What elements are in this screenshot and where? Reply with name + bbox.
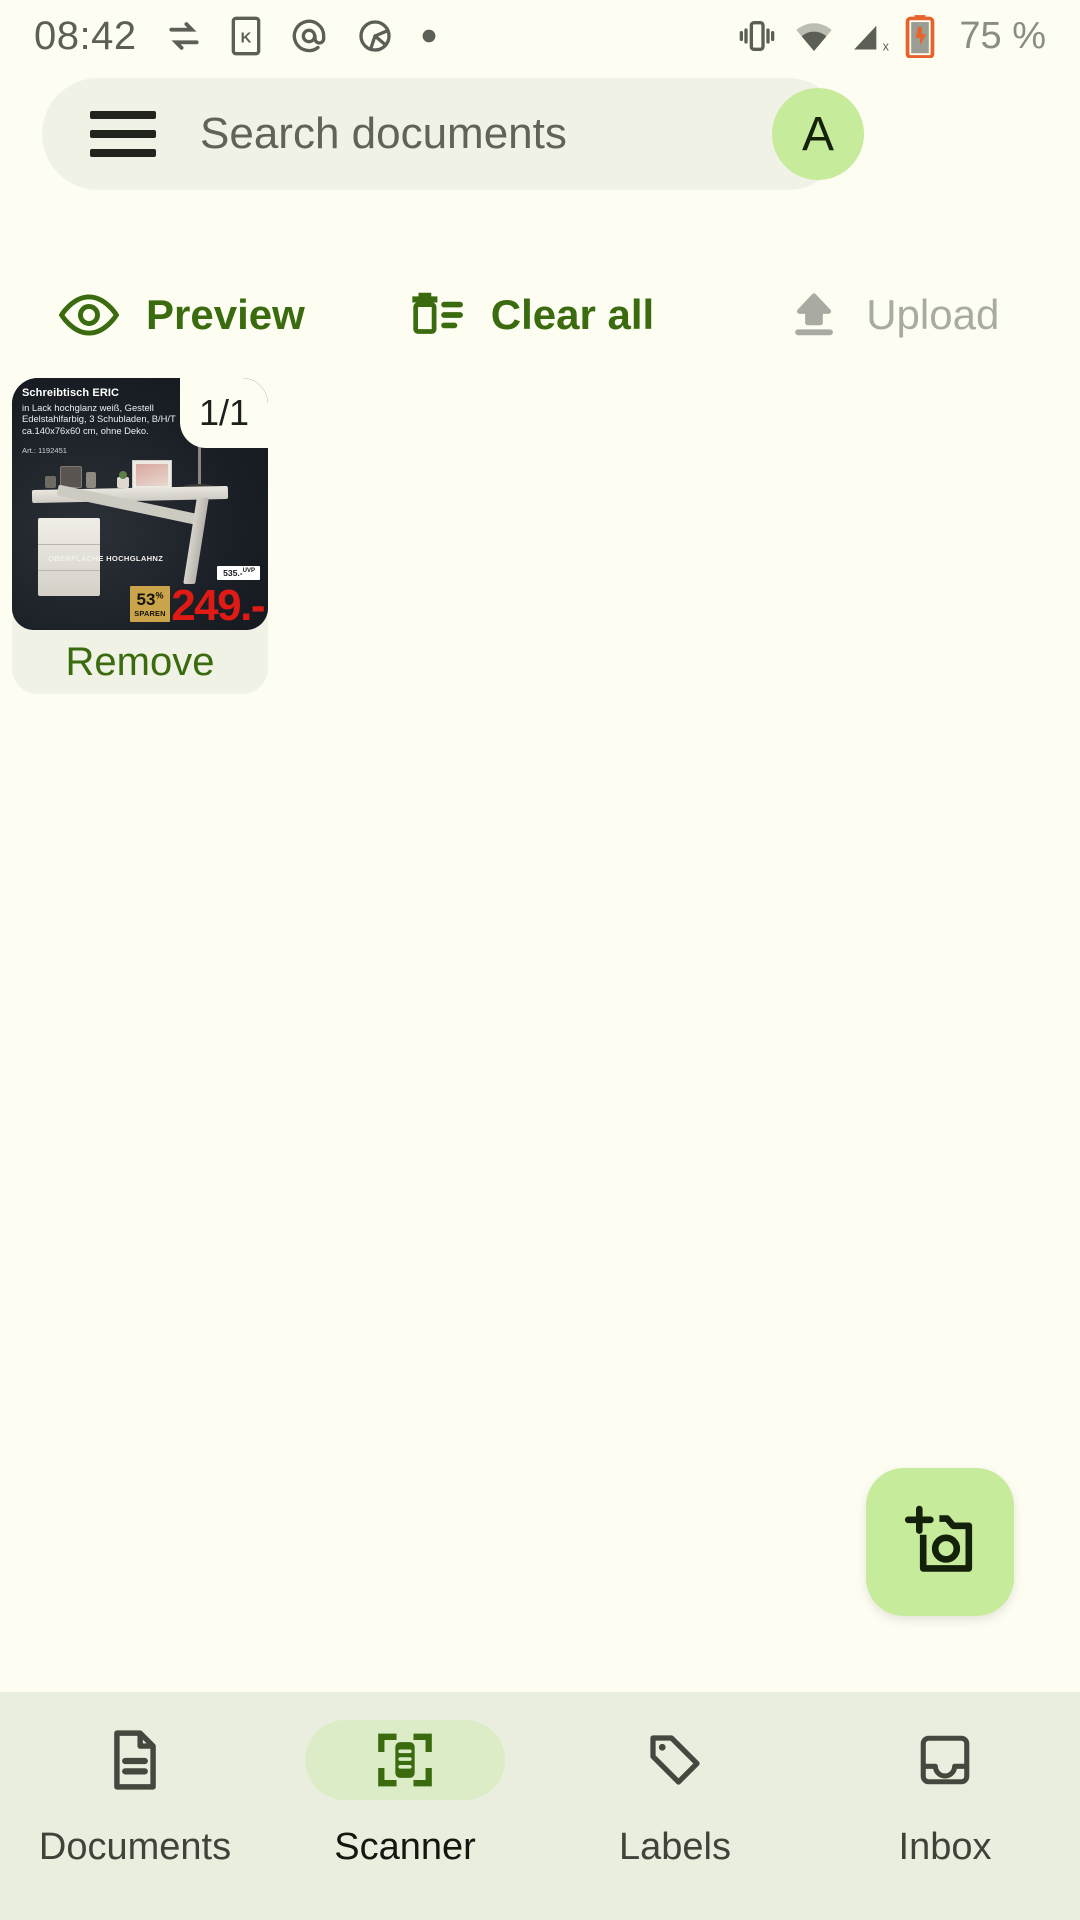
desk-laptop-shape — [132, 460, 172, 490]
nav-pill-scanner — [305, 1720, 505, 1800]
tag-icon — [644, 1730, 706, 1790]
nav-item-labels[interactable]: Labels — [540, 1720, 810, 1869]
svg-text:x: x — [883, 39, 889, 53]
nav-label-labels: Labels — [619, 1826, 731, 1868]
wifi-icon — [793, 16, 835, 56]
status-bar: 08:42 K x 75 % — [0, 0, 1080, 72]
document-card[interactable]: Schreibtisch ERIC in Lack hochglanz weiß… — [12, 378, 268, 694]
add-photo-fab[interactable] — [866, 1468, 1014, 1616]
battery-percentage: 75 % — [959, 14, 1046, 57]
desk-pen-holder-shape — [86, 472, 96, 488]
trash-list-icon — [407, 289, 465, 341]
page-counter-badge: 1/1 — [180, 378, 268, 448]
sync-icon — [165, 17, 203, 55]
ad-price: 249.- — [171, 581, 265, 630]
document-icon — [106, 1729, 164, 1791]
document-thumbnail[interactable]: Schreibtisch ERIC in Lack hochglanz weiß… — [12, 378, 268, 630]
battery-charging-icon — [905, 14, 935, 58]
avatar[interactable]: A — [772, 88, 864, 180]
status-bar-clock: 08:42 — [34, 13, 137, 58]
nav-label-scanner: Scanner — [334, 1826, 476, 1868]
ad-list-price: 535.-UVP — [217, 566, 260, 580]
desk-plant-shape — [117, 471, 129, 488]
ad-discount-percent: 53% — [136, 589, 164, 609]
dot-icon — [421, 28, 437, 44]
remove-button[interactable]: Remove — [12, 630, 268, 694]
hamburger-menu-icon[interactable] — [90, 111, 156, 157]
ad-discount-word: SPAREN — [134, 608, 166, 618]
nav-item-inbox[interactable]: Inbox — [810, 1720, 1080, 1869]
nav-pill-inbox — [845, 1720, 1045, 1800]
svg-text:K: K — [240, 30, 251, 47]
avatar-initial: A — [801, 107, 834, 161]
nav-label-documents: Documents — [38, 1826, 232, 1868]
ad-list-price-label: UVP — [242, 568, 255, 575]
add-a-photo-icon — [901, 1503, 979, 1581]
preview-button[interactable]: Preview — [58, 291, 305, 339]
nav-item-scanner[interactable]: Scanner — [270, 1720, 540, 1869]
status-bar-notification-icons: K — [165, 16, 437, 56]
ad-surface-text: OBERFLÄCHE HOCHGLAHNZ — [48, 554, 164, 563]
data-saver-icon — [355, 16, 395, 56]
nav-item-documents[interactable]: Documents — [0, 1720, 270, 1869]
clear-all-label: Clear all — [490, 291, 655, 338]
inbox-icon — [916, 1730, 974, 1790]
search-bar[interactable]: A — [42, 78, 864, 190]
app-screen: 08:42 K x 75 % Search documents A Previe… — [0, 0, 1080, 1920]
upload-button[interactable]: Upload — [788, 290, 999, 340]
ad-title: Schreibtisch ERIC — [22, 387, 120, 399]
nav-pill-labels — [575, 1720, 775, 1800]
search-input[interactable] — [200, 109, 818, 159]
action-toolbar: Preview Clear all Upload — [0, 272, 1080, 358]
preview-label: Preview — [146, 291, 305, 338]
ad-description: in Lack hochglanz weiß, Gestell Edelstah… — [22, 402, 176, 436]
bottom-navigation: Documents Scanner Labels Inbox — [0, 1692, 1080, 1920]
cellular-off-icon: x — [851, 16, 889, 56]
desk-cup-shape — [45, 476, 56, 488]
upload-label: Upload — [866, 291, 1000, 338]
ad-article-number: Art.: 1192451 — [22, 446, 68, 455]
nav-pill-documents — [35, 1720, 235, 1800]
eye-icon — [58, 293, 120, 337]
ad-discount-badge: 53% SPAREN — [130, 586, 170, 622]
nav-label-inbox: Inbox — [898, 1826, 992, 1868]
clear-all-button[interactable]: Clear all — [407, 289, 654, 341]
upload-icon — [788, 290, 840, 340]
vibrate-icon — [737, 16, 777, 56]
status-bar-system-icons: x 75 % — [737, 14, 1046, 58]
sd-card-icon: K — [229, 16, 263, 56]
email-at-icon — [289, 16, 329, 56]
scanner-icon — [376, 1730, 434, 1790]
ad-list-price-value: 535.- — [223, 568, 243, 578]
